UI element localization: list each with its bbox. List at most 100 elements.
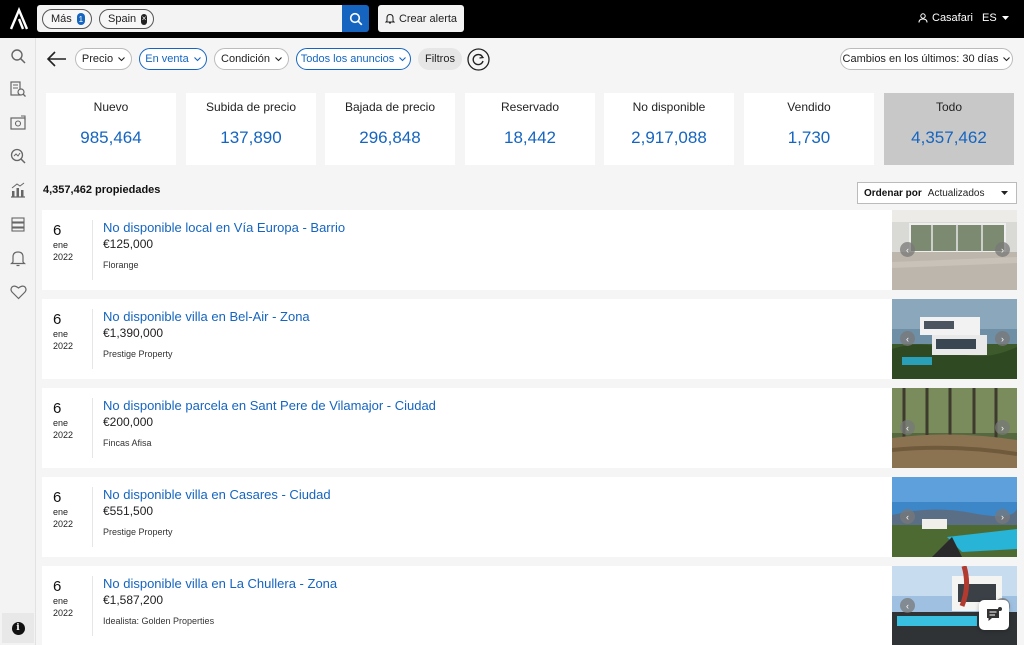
chat-button[interactable] — [979, 600, 1009, 630]
listing-price: €551,500 — [103, 504, 154, 518]
listing-month: ene — [53, 507, 69, 517]
remove-chip-icon[interactable]: × — [141, 13, 147, 25]
changes-period-label: Cambios en los últimos: 30 días — [842, 53, 999, 65]
listing-card[interactable]: 6 ene 2022 No disponible local en Vía Eu… — [42, 210, 1017, 290]
sidebar-alerts-icon[interactable] — [8, 248, 28, 268]
language-selector[interactable]: ES — [982, 12, 1009, 24]
location-chip-spain[interactable]: Spain × — [99, 9, 154, 29]
location-chip-label: Spain — [108, 13, 137, 25]
sidebar-reports-icon[interactable] — [8, 214, 28, 234]
listing-card[interactable]: 6 ene 2022 No disponible villa en Casare… — [42, 477, 1017, 557]
chevron-down-icon — [118, 56, 125, 61]
create-alert-button[interactable]: Crear alerta — [378, 5, 464, 32]
price-filter[interactable]: Precio — [75, 48, 132, 70]
sidebar-statistics-icon[interactable] — [8, 180, 28, 200]
user-icon — [918, 13, 928, 23]
stat-label: Vendido — [787, 100, 831, 114]
price-filter-label: Precio — [81, 53, 114, 65]
stat-card-new[interactable]: Nuevo 985,464 — [46, 93, 176, 165]
arrow-left-icon[interactable] — [46, 49, 68, 69]
listing-price: €200,000 — [103, 415, 154, 429]
listing-card[interactable]: 6 ene 2022 No disponible parcela en Sant… — [42, 388, 1017, 468]
stat-card-all[interactable]: Todo 4,357,462 — [884, 93, 1014, 165]
user-name: Casafari — [932, 12, 973, 24]
photo-prev-icon[interactable]: ‹ — [900, 331, 915, 346]
status-filter[interactable]: En venta — [139, 48, 207, 70]
condition-filter[interactable]: Condición — [214, 48, 289, 70]
listing-title-link[interactable]: No disponible parcela en Sant Pere de Vi… — [103, 398, 436, 413]
stat-card-price-down[interactable]: Bajada de precio 296,848 — [325, 93, 455, 165]
changes-period-selector[interactable]: Cambios en los últimos: 30 días — [840, 48, 1013, 70]
divider — [92, 398, 93, 458]
stat-card-price-up[interactable]: Subida de precio 137,890 — [186, 93, 316, 165]
listing-photo[interactable]: ‹ › — [892, 210, 1017, 290]
listing-title-link[interactable]: No disponible villa en Casares - Ciudad — [103, 487, 331, 502]
listing-date: 6 ene 2022 — [42, 299, 92, 379]
photo-next-icon[interactable]: › — [995, 509, 1010, 524]
sort-selector[interactable]: Ordenar por Actualizados — [857, 182, 1017, 204]
listing-title-link[interactable]: No disponible villa en La Chullera - Zon… — [103, 576, 337, 591]
search-input[interactable]: Más 1 Spain × — [37, 5, 342, 32]
photo-prev-icon[interactable]: ‹ — [900, 420, 915, 435]
stat-value: 4,357,462 — [911, 128, 987, 147]
more-filters-chip[interactable]: Más 1 — [42, 9, 92, 29]
listing-title-link[interactable]: No disponible local en Vía Europa - Barr… — [103, 220, 345, 235]
photo-next-icon[interactable]: › — [995, 331, 1010, 346]
listing-day: 6 — [53, 578, 62, 595]
listing-photo[interactable]: ‹ › — [892, 477, 1017, 557]
photo-next-icon[interactable]: › — [995, 420, 1010, 435]
stat-value: 2,917,088 — [631, 128, 707, 147]
listing-agency: Prestige Property — [103, 527, 173, 537]
divider — [92, 220, 93, 280]
top-bar: Más 1 Spain × Crear alerta Casafari ES — [0, 0, 1024, 38]
photo-prev-icon[interactable]: ‹ — [900, 242, 915, 257]
listing-year: 2022 — [53, 430, 74, 440]
listing-month: ene — [53, 418, 69, 428]
sidebar-valuation-icon[interactable] — [8, 113, 28, 133]
stat-card-sold[interactable]: Vendido 1,730 — [744, 93, 874, 165]
stat-label: Todo — [935, 100, 963, 114]
listing-day: 6 — [53, 222, 62, 239]
listing-month: ene — [53, 596, 69, 606]
language-label: ES — [982, 12, 997, 24]
listing-card[interactable]: 6 ene 2022 No disponible villa en Bel-Ai… — [42, 299, 1017, 379]
sidebar-market-analysis-icon[interactable] — [8, 146, 28, 166]
chevron-down-icon — [1000, 190, 1008, 195]
listings-filter-label: Todos los anuncios — [300, 53, 395, 65]
listing-year: 2022 — [53, 608, 74, 618]
chevron-down-icon — [1003, 56, 1011, 61]
refresh-icon[interactable] — [467, 48, 490, 71]
listing-title-link[interactable]: No disponible villa en Bel-Air - Zona — [103, 309, 310, 324]
chevron-down-icon — [1001, 15, 1009, 20]
photo-prev-icon[interactable]: ‹ — [900, 598, 915, 613]
listing-photo[interactable]: ‹ › — [892, 388, 1017, 468]
sidebar-search-icon[interactable] — [8, 46, 28, 66]
divider — [92, 576, 93, 636]
stat-label: Reservado — [500, 100, 560, 114]
casafari-logo-icon[interactable] — [8, 7, 30, 31]
stat-label: Nuevo — [93, 100, 129, 114]
sidebar-favorites-icon[interactable] — [8, 282, 28, 302]
stat-card-unavailable[interactable]: No disponible 2,917,088 — [604, 93, 734, 165]
search-button[interactable] — [342, 5, 369, 32]
user-menu[interactable]: Casafari — [918, 12, 973, 24]
listing-card[interactable]: 6 ene 2022 No disponible villa en La Chu… — [42, 566, 1017, 645]
photo-prev-icon[interactable]: ‹ — [900, 509, 915, 524]
stat-value: 296,848 — [359, 128, 421, 147]
stat-card-reserved[interactable]: Reservado 18,442 — [465, 93, 595, 165]
info-button[interactable]: i — [2, 613, 34, 643]
photo-next-icon[interactable]: › — [995, 242, 1010, 257]
listing-date: 6 ene 2022 — [42, 566, 92, 645]
listing-agency: Fincas Afisa — [103, 438, 152, 448]
listings-filter[interactable]: Todos los anuncios — [296, 48, 411, 70]
listing-year: 2022 — [53, 519, 74, 529]
listing-year: 2022 — [53, 341, 74, 351]
sidebar-property-search-icon[interactable] — [8, 79, 28, 99]
listing-day: 6 — [53, 489, 62, 506]
listing-photo[interactable]: ‹ › — [892, 299, 1017, 379]
filters-button[interactable]: Filtros — [418, 48, 462, 70]
stat-label: No disponible — [632, 100, 706, 114]
listing-price: €125,000 — [103, 237, 154, 251]
stat-label: Subida de precio — [205, 100, 297, 114]
status-filter-label: En venta — [145, 53, 189, 65]
